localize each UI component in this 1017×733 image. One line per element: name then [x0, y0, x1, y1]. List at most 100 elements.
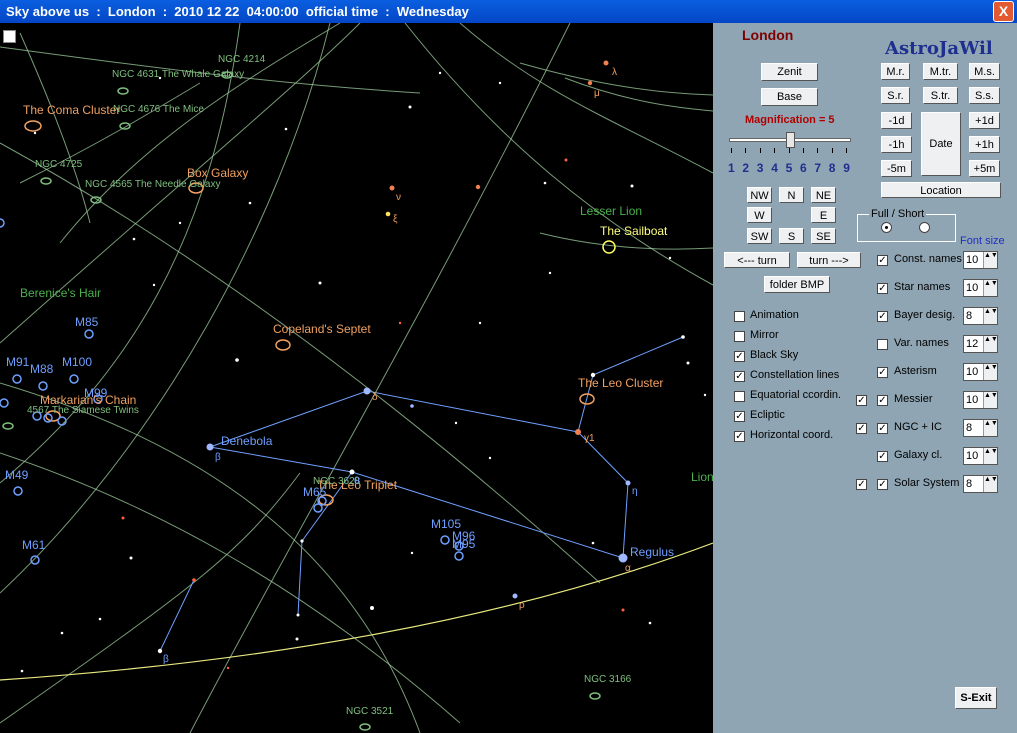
option-checkbox[interactable] [734, 331, 745, 342]
name-option-checkbox[interactable]: ✓ [877, 283, 888, 294]
bayer-label: ξ [393, 214, 398, 225]
name-option-checkbox[interactable]: ✓ [877, 423, 888, 434]
zenit-button[interactable]: Zenit [761, 63, 818, 81]
option-checkbox[interactable]: ✓ [734, 431, 745, 442]
bayer-label: ρ [519, 600, 525, 611]
moon-rise-button[interactable]: M.r. [881, 63, 910, 80]
galaxy-marker [359, 723, 371, 731]
font-size-spinner[interactable]: 10 ▲▼ [963, 447, 998, 465]
messier-marker [84, 329, 94, 339]
font-size-spinner[interactable]: 8 ▲▼ [963, 419, 998, 437]
direction-nw-button[interactable]: NW [747, 187, 772, 203]
name-option-checkbox[interactable]: ✓ [877, 311, 888, 322]
sky-label: Lesser Lion [580, 204, 643, 218]
spinner-arrows-icon[interactable]: ▲▼ [983, 448, 998, 464]
scale-number: 8 [828, 161, 836, 175]
spinner-arrows-icon[interactable]: ▲▼ [983, 280, 998, 296]
turn-right-button[interactable]: turn ---> [797, 252, 861, 268]
time-minus-1d-button[interactable]: -1d [881, 112, 912, 129]
folder-bmp-button[interactable]: folder BMP [764, 276, 830, 293]
direction-se-button[interactable]: SE [811, 228, 836, 244]
turn-left-button[interactable]: <--- turn [724, 252, 790, 268]
name-option-checkbox[interactable]: ✓ [877, 255, 888, 266]
spinner-arrows-icon[interactable]: ▲▼ [983, 308, 998, 324]
name-option-checkbox[interactable] [877, 339, 888, 350]
sky-toggle-checkbox[interactable] [3, 30, 16, 43]
date-button[interactable]: Date [921, 112, 961, 176]
leo-lines-4 [159, 579, 195, 652]
time-plus-1d-button[interactable]: +1d [969, 112, 1000, 129]
star [630, 184, 634, 188]
font-size-spinner[interactable]: 10 ▲▼ [963, 363, 998, 381]
font-size-spinner[interactable]: 10 ▲▼ [963, 391, 998, 409]
star [408, 105, 412, 109]
option-checkbox[interactable]: ✓ [734, 411, 745, 422]
magnification-slider[interactable] [729, 132, 851, 148]
sun-set-button[interactable]: S.s. [969, 87, 1000, 104]
name-option-label: NGC + IC [894, 421, 942, 433]
spinner-arrows-icon[interactable]: ▲▼ [983, 336, 998, 352]
name-option-checkbox[interactable]: ✓ [877, 367, 888, 378]
star [603, 60, 609, 66]
direction-w-button[interactable]: W [747, 207, 772, 223]
sky-label: Regulus [630, 545, 675, 559]
name-option-checkbox[interactable]: ✓ [877, 479, 888, 490]
star [295, 637, 299, 641]
spinner-arrows-icon[interactable]: ▲▼ [983, 420, 998, 436]
font-size-value: 10 [966, 282, 979, 294]
direction-e-button[interactable]: E [811, 207, 836, 223]
full-radio[interactable] [881, 222, 892, 233]
direction-sw-button[interactable]: SW [747, 228, 772, 244]
sky-label: NGC 4725 [35, 159, 83, 170]
name-option-checkbox[interactable]: ✓ [877, 395, 888, 406]
time-minus-1h-button[interactable]: -1h [881, 136, 912, 153]
font-size-spinner[interactable]: 10 ▲▼ [963, 251, 998, 269]
short-radio[interactable] [919, 222, 930, 233]
full-short-label: Full / Short [869, 208, 927, 220]
slider-tick [759, 148, 761, 153]
option-checkbox[interactable] [734, 311, 745, 322]
direction-s-button[interactable]: S [779, 228, 804, 244]
time-plus-5m-button[interactable]: +5m [969, 160, 1000, 177]
slider-tick [788, 148, 790, 153]
star [454, 421, 458, 425]
direction-n-button[interactable]: N [779, 187, 804, 203]
spinner-arrows-icon[interactable]: ▲▼ [983, 252, 998, 268]
moon-set-button[interactable]: M.s. [969, 63, 1000, 80]
font-size-value: 8 [966, 478, 973, 490]
sun-transit-button[interactable]: S.tr. [923, 87, 958, 104]
font-size-spinner[interactable]: 8 ▲▼ [963, 475, 998, 493]
base-button[interactable]: Base [761, 88, 818, 106]
sky-label: NGC 4565 The Needle Galaxy [85, 179, 221, 190]
time-minus-5m-button[interactable]: -5m [881, 160, 912, 177]
spinner-arrows-icon[interactable]: ▲▼ [983, 476, 998, 492]
time-plus-1h-button[interactable]: +1h [969, 136, 1000, 153]
name-option-checkbox[interactable]: ✓ [877, 451, 888, 462]
moon-transit-button[interactable]: M.tr. [923, 63, 958, 80]
font-size-spinner[interactable]: 10 ▲▼ [963, 279, 998, 297]
sky-label: M61 [22, 538, 46, 552]
option-checkbox[interactable] [734, 391, 745, 402]
spinner-arrows-icon[interactable]: ▲▼ [983, 364, 998, 380]
spinner-arrows-icon[interactable]: ▲▼ [983, 392, 998, 408]
location-button[interactable]: Location [881, 182, 1001, 198]
extra-option-checkbox[interactable]: ✓ [856, 423, 867, 434]
close-button[interactable]: X [993, 1, 1014, 22]
sun-rise-button[interactable]: S.r. [881, 87, 910, 104]
option-checkbox[interactable]: ✓ [734, 351, 745, 362]
sky-map[interactable]: NGC 4214 NGC 4631 The Whale Galaxy NGC 467… [0, 23, 713, 733]
slider-thumb[interactable] [786, 132, 795, 148]
font-size-spinner[interactable]: 12 ▲▼ [963, 335, 998, 353]
extra-option-checkbox[interactable]: ✓ [856, 479, 867, 490]
exit-button[interactable]: S-Exit [955, 687, 997, 709]
star [157, 648, 163, 654]
star [488, 456, 492, 460]
scale-number: 6 [800, 161, 807, 175]
option-checkbox[interactable]: ✓ [734, 371, 745, 382]
direction-ne-button[interactable]: NE [811, 187, 836, 203]
extra-option-checkbox[interactable]: ✓ [856, 395, 867, 406]
bayer-label: μ [594, 88, 600, 99]
name-option-label: Var. names [894, 337, 949, 349]
control-panel: London AstroJaWil Zenit Base Magnificati… [713, 23, 1017, 733]
font-size-spinner[interactable]: 8 ▲▼ [963, 307, 998, 325]
